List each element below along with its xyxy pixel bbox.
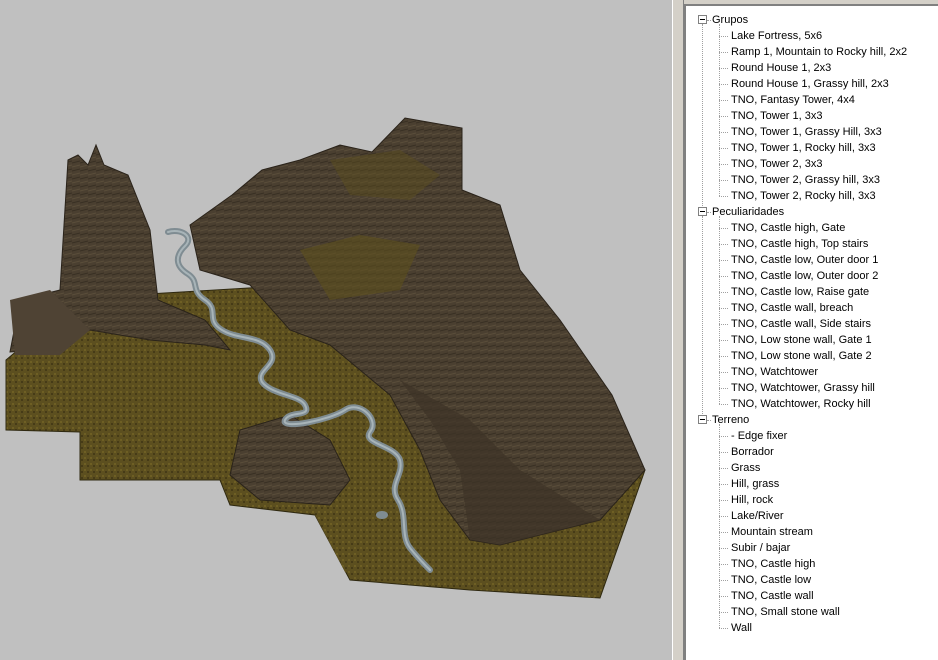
tree-item[interactable]: TNO, Castle high — [731, 556, 815, 572]
tree-item[interactable]: TNO, Castle low, Raise gate — [731, 284, 869, 300]
tree-item[interactable]: TNO, Castle low, Outer door 2 — [731, 268, 878, 284]
tree-item[interactable]: TNO, Tower 2, 3x3 — [731, 156, 823, 172]
tree-item[interactable]: Lake Fortress, 5x6 — [731, 28, 822, 44]
asset-tree-view[interactable]: Grupos Lake Fortress, 5x6 Ramp 1, Mountain… — [684, 4, 938, 660]
tree-item[interactable]: TNO, Low stone wall, Gate 2 — [731, 348, 872, 364]
tree-item[interactable]: Hill, grass — [731, 476, 779, 492]
tree-item[interactable]: Borrador — [731, 444, 774, 460]
tree-item[interactable]: TNO, Castle low, Outer door 1 — [731, 252, 878, 268]
tree-group-grupos[interactable]: Grupos — [712, 12, 748, 28]
tree-expander-terreno[interactable] — [698, 415, 707, 424]
tree-item[interactable]: TNO, Watchtower, Grassy hill — [731, 380, 875, 396]
tree-item[interactable]: TNO, Castle high, Top stairs — [731, 236, 868, 252]
tree-item[interactable]: TNO, Castle low — [731, 572, 811, 588]
tree-group-peculiaridades[interactable]: Peculiaridades — [712, 204, 784, 220]
tree-expander-peculiaridades[interactable] — [698, 207, 707, 216]
tree-item[interactable]: Mountain stream — [731, 524, 813, 540]
tree-group-terreno[interactable]: Terreno — [712, 412, 749, 428]
tree-item[interactable]: TNO, Tower 1, Rocky hill, 3x3 — [731, 140, 876, 156]
tree-item[interactable]: TNO, Tower 2, Grassy hill, 3x3 — [731, 172, 880, 188]
tree-item[interactable]: Wall — [731, 620, 752, 636]
tree-item[interactable]: Grass — [731, 460, 760, 476]
tree-item[interactable]: Ramp 1, Mountain to Rocky hill, 2x2 — [731, 44, 907, 60]
terrain-render — [5, 117, 646, 599]
tree-item[interactable]: Round House 1, Grassy hill, 2x3 — [731, 76, 889, 92]
pond — [376, 511, 388, 519]
terrain-3d-viewport[interactable] — [0, 0, 672, 660]
tree-item[interactable]: TNO, Tower 2, Rocky hill, 3x3 — [731, 188, 876, 204]
tree-item[interactable]: TNO, Castle wall — [731, 588, 814, 604]
tree-item[interactable]: Lake/River — [731, 508, 784, 524]
tree-expander-grupos[interactable] — [698, 15, 707, 24]
tree-item[interactable]: TNO, Tower 1, 3x3 — [731, 108, 823, 124]
tree-item[interactable]: TNO, Low stone wall, Gate 1 — [731, 332, 872, 348]
tree-item[interactable]: Subir / bajar — [731, 540, 790, 556]
tree-item[interactable]: Hill, rock — [731, 492, 773, 508]
tree-item[interactable]: TNO, Small stone wall — [731, 604, 840, 620]
tree-item[interactable]: TNO, Castle wall, Side stairs — [731, 316, 871, 332]
splitter[interactable] — [672, 0, 684, 660]
tree-item[interactable]: - Edge fixer — [731, 428, 787, 444]
tree-item[interactable]: TNO, Fantasy Tower, 4x4 — [731, 92, 855, 108]
tree-item[interactable]: TNO, Castle wall, breach — [731, 300, 853, 316]
tree-item[interactable]: Round House 1, 2x3 — [731, 60, 831, 76]
tree-item[interactable]: TNO, Tower 1, Grassy Hill, 3x3 — [731, 124, 882, 140]
tree-item[interactable]: TNO, Castle high, Gate — [731, 220, 845, 236]
tree-item[interactable]: TNO, Watchtower — [731, 364, 818, 380]
tree-item[interactable]: TNO, Watchtower, Rocky hill — [731, 396, 871, 412]
